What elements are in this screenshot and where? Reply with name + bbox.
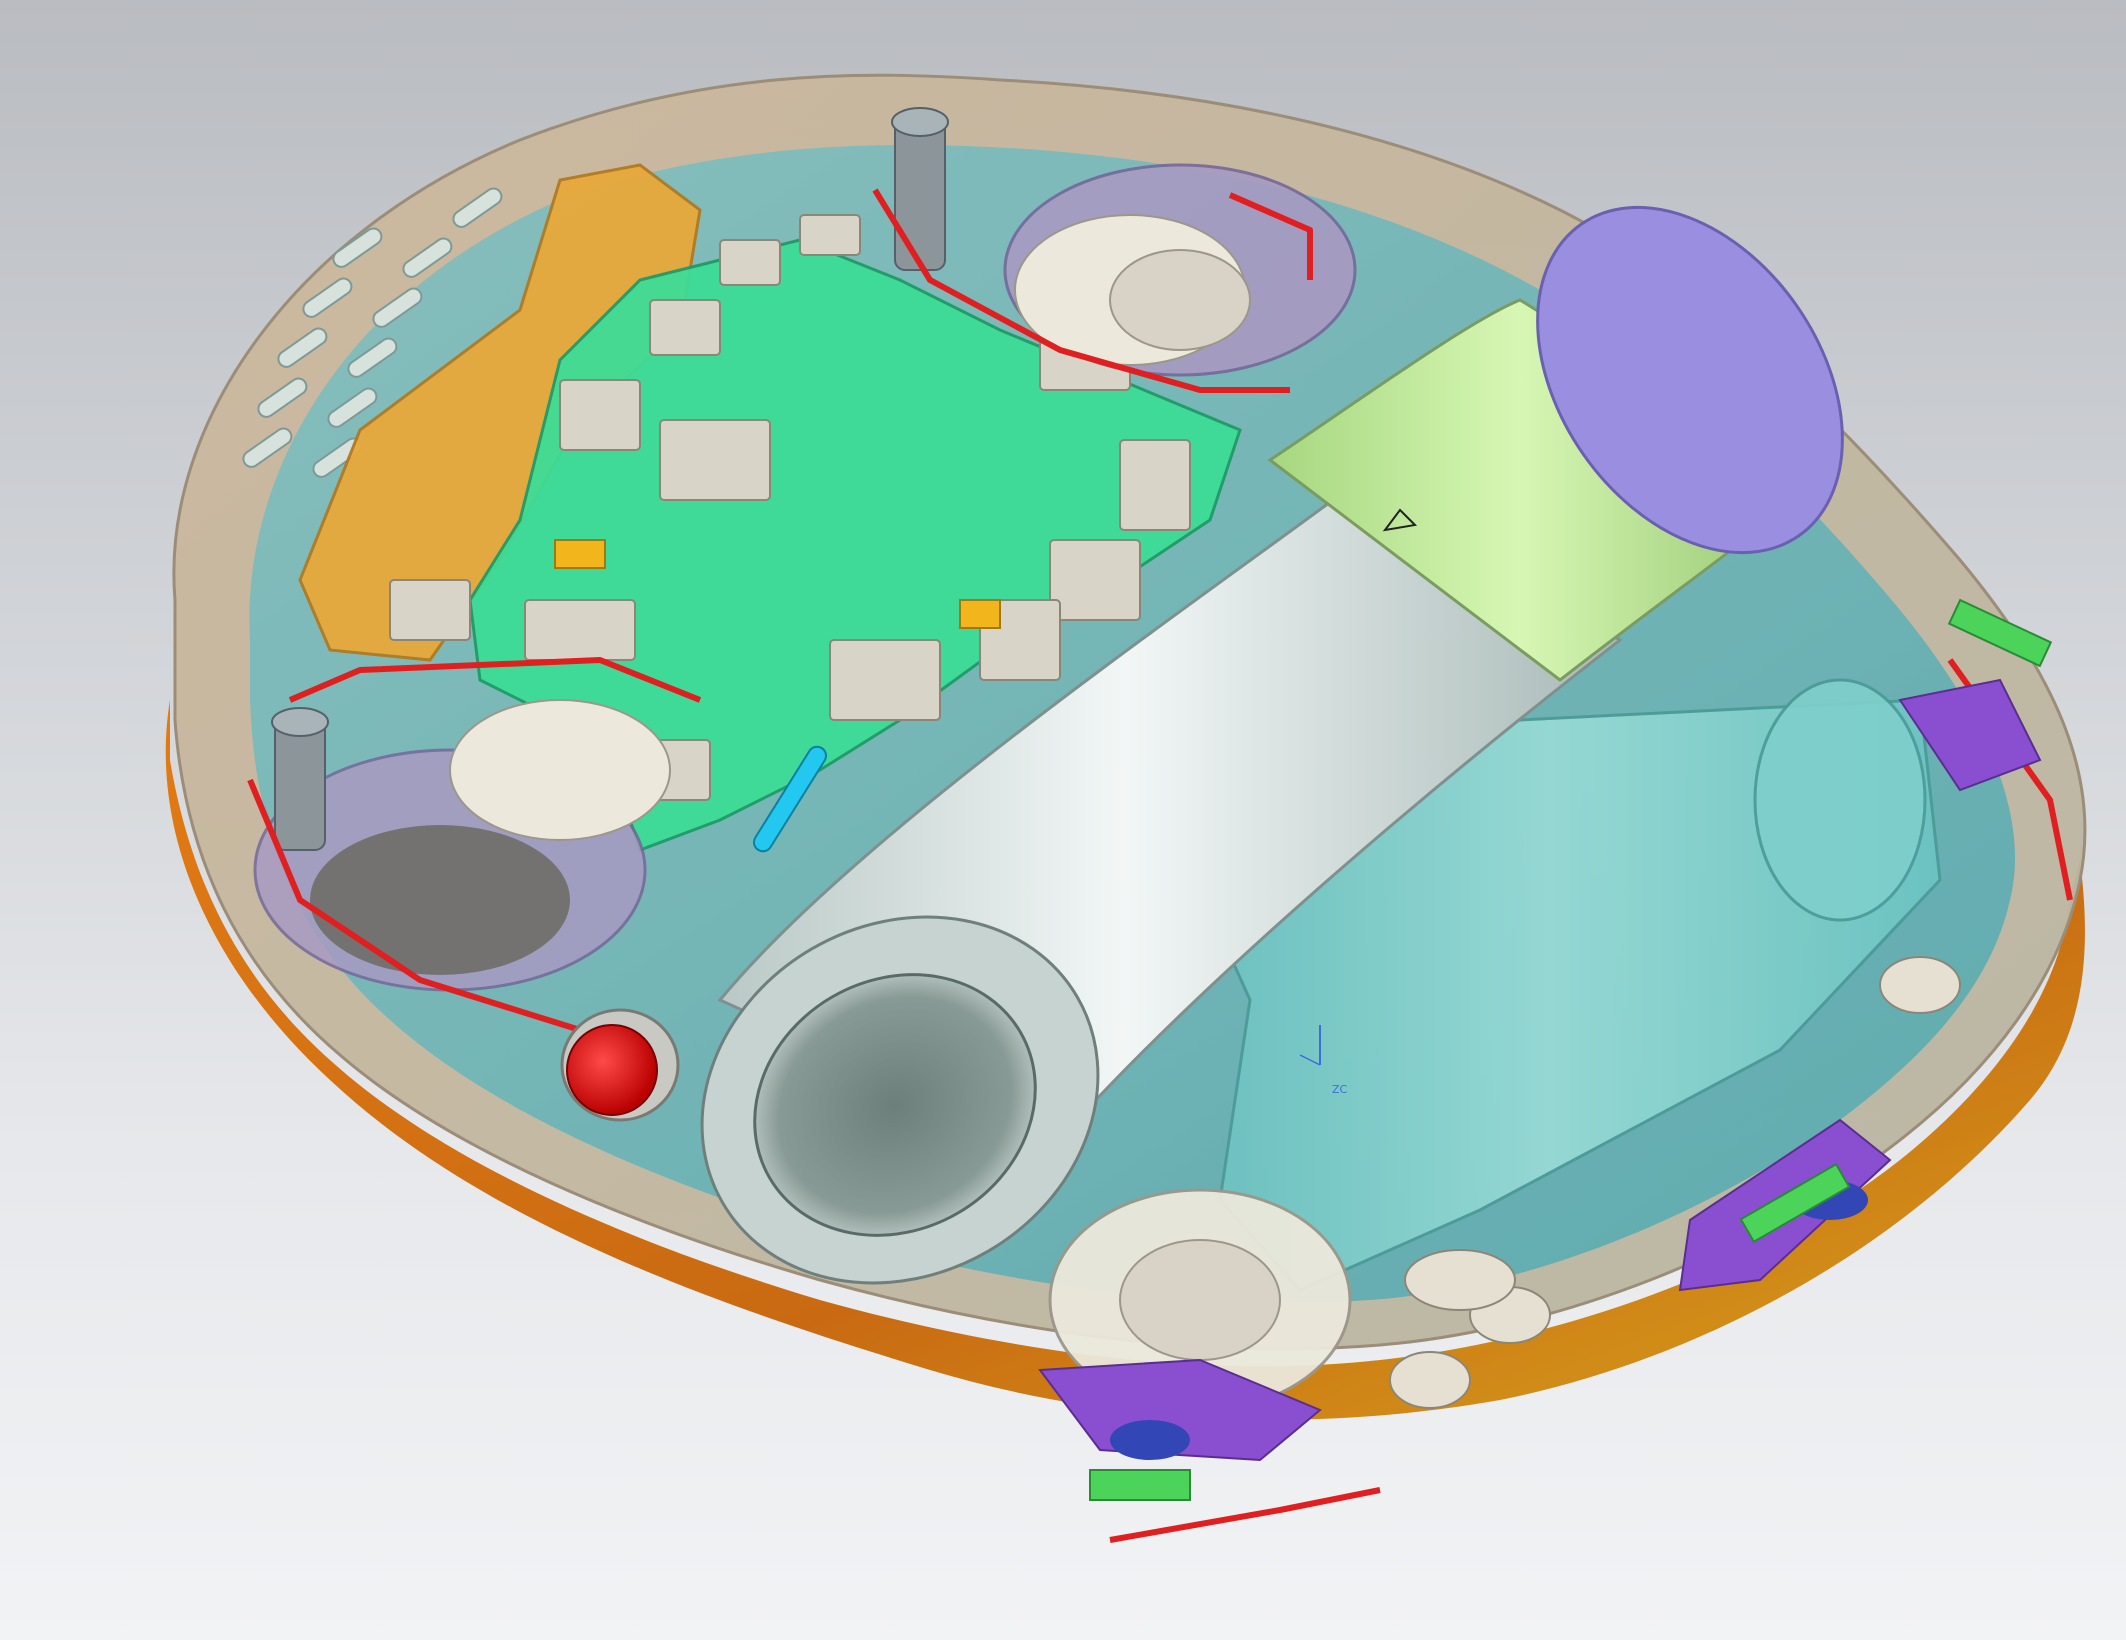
model-part bbox=[1089, 1469, 1191, 1501]
model-part bbox=[1753, 678, 1927, 922]
model-part bbox=[1389, 1351, 1471, 1409]
model-part bbox=[566, 1024, 658, 1116]
model-part bbox=[274, 719, 326, 851]
pcb-connector bbox=[799, 214, 861, 256]
model-part bbox=[1404, 1249, 1516, 1311]
model-part bbox=[310, 825, 570, 975]
model-part bbox=[1110, 1420, 1190, 1460]
cad-viewport[interactable]: ZC bbox=[0, 0, 2126, 1640]
pcb-header bbox=[829, 639, 941, 721]
model-part bbox=[1879, 956, 1961, 1014]
pcb-header bbox=[1049, 539, 1141, 621]
pcb-chip-large bbox=[659, 419, 771, 501]
model-part bbox=[271, 707, 329, 737]
pcb-header bbox=[1119, 439, 1191, 531]
model-part bbox=[891, 107, 949, 137]
power-button bbox=[560, 1008, 680, 1122]
triad-axis-label: ZC bbox=[1332, 1083, 1348, 1096]
yellow-connector bbox=[959, 599, 1001, 629]
pcb-chip bbox=[524, 599, 636, 661]
model-part bbox=[894, 119, 946, 271]
pcb-connector bbox=[719, 239, 781, 286]
yellow-connector bbox=[554, 539, 606, 569]
model-part bbox=[1119, 1239, 1281, 1361]
model-part bbox=[449, 699, 671, 841]
pcb-connector bbox=[389, 579, 471, 641]
pcb-connector bbox=[649, 299, 721, 356]
cad-model-scene[interactable]: ZC bbox=[0, 0, 2126, 1640]
fan-assembly-top bbox=[1003, 163, 1357, 377]
model-part bbox=[1109, 249, 1251, 351]
pcb-connector bbox=[559, 379, 641, 451]
